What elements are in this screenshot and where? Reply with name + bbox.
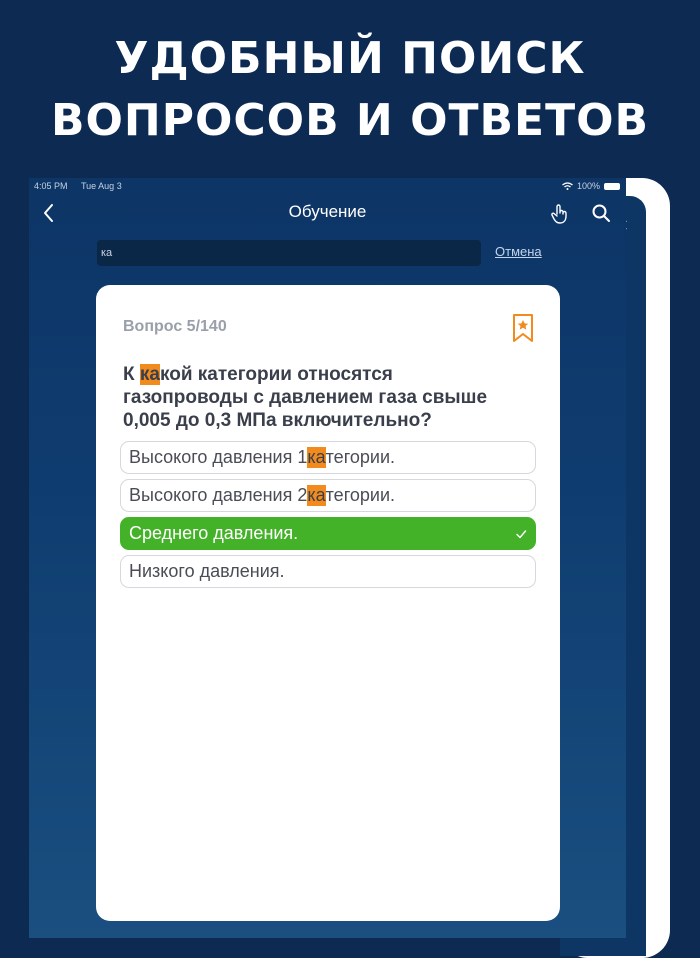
page-title: Обучение <box>288 202 367 221</box>
checkmark-icon <box>516 530 527 539</box>
answer-option[interactable]: Низкого давления. <box>120 555 536 588</box>
search-input[interactable] <box>97 240 481 266</box>
status-date: Tue Aug 3 <box>81 181 122 191</box>
status-time: 4:05 PM <box>34 181 68 191</box>
battery-icon <box>604 182 620 190</box>
search-highlight: ка <box>139 364 160 385</box>
question-counter: Вопрос 5/140 <box>123 318 227 335</box>
question-card: Вопрос 5/140 К какой категории относятся… <box>96 285 560 921</box>
question-text-end: кой категории относятся газопроводы с да… <box>123 364 488 431</box>
answer-text-end: тегории. <box>325 447 395 467</box>
answer-list: Высокого давления 1 ка тегории. Высокого … <box>120 441 536 593</box>
hand-pointer-icon[interactable] <box>549 203 571 225</box>
question-text: К какой категории относятся газопроводы … <box>123 363 523 432</box>
answer-option[interactable]: Высокого давления 1 ка тегории. <box>120 441 536 474</box>
status-right: 100% <box>562 178 620 194</box>
answer-text: Среднего давления. <box>129 523 299 543</box>
promo-headline: УДОБНЫЙ ПОИСК ВОПРОСОВ И ОТВЕТОВ <box>0 28 700 152</box>
answer-text: Высокого давления 1 <box>129 447 308 467</box>
question-text-start: К <box>123 364 140 385</box>
nav-bar: Обучение <box>29 196 626 230</box>
answer-text: Низкого давления. <box>129 561 285 581</box>
answer-text-end: тегории. <box>325 485 395 505</box>
cancel-button[interactable]: Отмена <box>495 244 542 259</box>
answer-option-correct[interactable]: Среднего давления. <box>120 517 536 550</box>
answer-option[interactable]: Высокого давления 2 ка тегории. <box>120 479 536 512</box>
app-screen: 4:05 PM Tue Aug 3 100% Обучение Отмена <box>29 178 626 938</box>
headline-line-1: УДОБНЫЙ ПОИСК <box>114 33 586 84</box>
search-highlight: ка <box>307 485 326 506</box>
headline-line-2: ВОПРОСОВ И ОТВЕТОВ <box>50 95 650 146</box>
search-highlight: ка <box>307 447 326 468</box>
bookmark-star-icon[interactable] <box>512 313 534 343</box>
wifi-icon <box>562 182 573 190</box>
status-bar: 4:05 PM Tue Aug 3 100% <box>29 178 626 194</box>
search-row: Отмена <box>97 240 617 266</box>
search-icon[interactable] <box>591 203 611 223</box>
answer-text: Высокого давления 2 <box>129 485 308 505</box>
battery-percent: 100% <box>576 181 600 191</box>
